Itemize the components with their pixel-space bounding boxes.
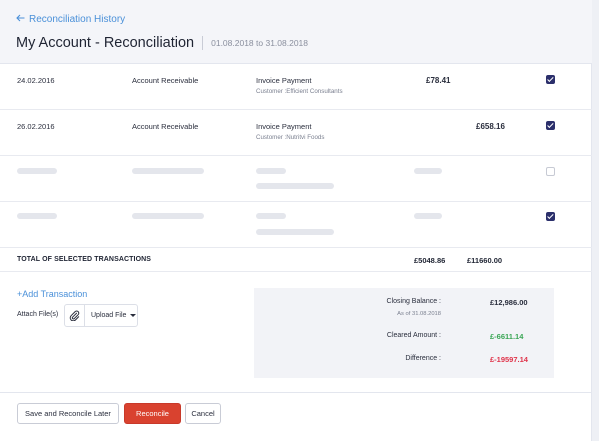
upload-file-label: Upload File	[91, 312, 127, 319]
title-area: My Account - Reconciliation 01.08.2018 t…	[16, 35, 308, 51]
row-checkbox[interactable]	[546, 121, 555, 130]
placeholder-bar	[256, 229, 334, 235]
add-transaction-link[interactable]: +Add Transaction	[17, 289, 87, 299]
placeholder-row	[0, 202, 592, 248]
attach-files-label: Attach File(s)	[17, 311, 59, 318]
placeholder-bar	[17, 213, 57, 219]
caret-down-icon	[130, 314, 137, 317]
totals-row: TOTAL OF SELECTED TRANSACTIONS £5048.86 …	[0, 248, 592, 272]
totals-debit: £5048.86	[414, 256, 446, 265]
reconciliation-panel: Reconciliation History My Account - Reco…	[0, 0, 592, 441]
row-credit: £658.16	[476, 122, 505, 131]
placeholder-bar	[414, 213, 442, 219]
title-divider	[202, 36, 204, 50]
date-range: 01.08.2018 to 31.08.2018	[211, 38, 309, 48]
placeholder-bar	[256, 168, 286, 174]
cleared-amount-value: £-6611.14	[490, 332, 524, 341]
totals-credit: £11660.00	[467, 256, 503, 265]
row-description: Invoice Payment	[256, 76, 312, 85]
placeholder-row	[0, 156, 592, 202]
reconcile-button[interactable]: Reconcile	[124, 403, 181, 424]
row-date: 24.02.2016	[17, 76, 55, 85]
arrow-left-icon	[16, 14, 25, 25]
cancel-button[interactable]: Cancel	[185, 403, 221, 424]
row-checkbox[interactable]	[546, 167, 555, 176]
row-checkbox[interactable]	[546, 75, 555, 84]
row-customer: Customer :Efficient Consultants	[256, 88, 343, 95]
upload-file-dropdown[interactable]: Upload File	[64, 304, 138, 327]
placeholder-bar	[17, 168, 57, 174]
placeholder-bar	[414, 168, 442, 174]
balance-summary: Closing Balance : As of 31.08.2018 £12,9…	[254, 288, 554, 378]
row-description: Invoice Payment	[256, 122, 312, 131]
back-to-history-link[interactable]: Reconciliation History	[16, 14, 125, 25]
difference-value: £-19597.14	[490, 355, 528, 364]
table-row: 24.02.2016 Account Receivable Invoice Pa…	[0, 64, 592, 110]
row-account: Account Receivable	[132, 76, 199, 85]
upload-file-button[interactable]: Upload File	[85, 312, 137, 319]
row-date: 26.02.2016	[17, 122, 55, 131]
difference-label: Difference :	[405, 355, 441, 362]
row-customer: Customer :Nutritvi Foods	[256, 134, 325, 141]
paperclip-icon[interactable]	[65, 305, 85, 326]
save-and-reconcile-later-button[interactable]: Save and Reconcile Later	[17, 403, 119, 424]
placeholder-bar	[132, 213, 204, 219]
closing-balance-value: £12,986.00	[490, 298, 528, 307]
placeholder-bar	[256, 213, 286, 219]
table-row: 26.02.2016 Account Receivable Invoice Pa…	[0, 110, 592, 156]
footer-bar: Save and Reconcile Later Reconcile Cance…	[0, 392, 592, 441]
row-debit: £78.41	[426, 76, 451, 85]
placeholder-bar	[132, 168, 204, 174]
page-title: My Account - Reconciliation	[16, 35, 195, 51]
totals-label: TOTAL OF SELECTED TRANSACTIONS	[17, 256, 152, 263]
closing-balance-date: As of 31.08.2018	[397, 311, 441, 317]
cleared-amount-label: Cleared Amount :	[386, 332, 441, 339]
back-link-label: Reconciliation History	[29, 14, 126, 25]
page-header: Reconciliation History My Account - Reco…	[0, 0, 592, 64]
placeholder-bar	[256, 183, 334, 189]
closing-balance-label: Closing Balance :	[386, 298, 441, 305]
row-checkbox[interactable]	[546, 212, 555, 221]
row-account: Account Receivable	[132, 122, 199, 131]
